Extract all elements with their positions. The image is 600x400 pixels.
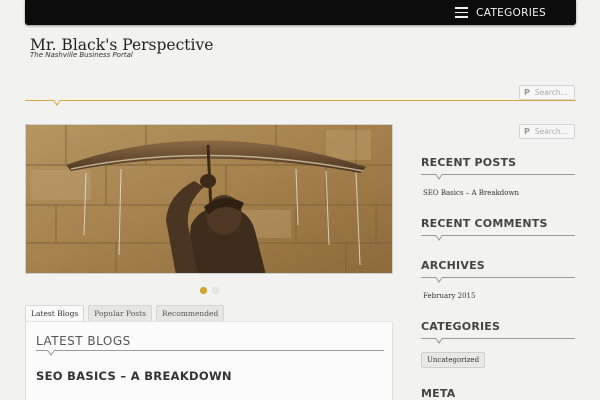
search-icon: P	[524, 127, 530, 136]
slider-dot-1[interactable]	[200, 287, 207, 294]
meta-title: META	[421, 387, 456, 400]
featured-slider[interactable]	[25, 124, 393, 274]
menu-label: CATEGORIES	[476, 6, 546, 19]
categories-title: CATEGORIES	[421, 320, 501, 333]
recent-posts-title: RECENT POSTS	[421, 156, 517, 169]
tab-panel-latest-blogs: LATEST BLOGS SEO BASICS – A BREAKDOWN	[25, 321, 393, 400]
archives-title: ARCHIVES	[421, 259, 485, 272]
hamburger-icon	[455, 7, 469, 18]
category-tag-uncategorized[interactable]: Uncategorized	[421, 352, 486, 368]
posts-tabs: Latest Blogs Popular Posts Recommended	[25, 305, 225, 322]
sidebar-search-input[interactable]	[534, 127, 573, 136]
tab-popular-posts[interactable]: Popular Posts	[88, 305, 152, 322]
recent-post-link[interactable]: SEO Basics – A Breakdown	[423, 189, 519, 197]
recent-comments-title: RECENT COMMENTS	[421, 217, 548, 230]
search-icon: P	[524, 88, 530, 97]
slider-image	[26, 125, 392, 273]
post-title-link[interactable]: SEO BASICS – A BREAKDOWN	[36, 369, 232, 383]
panel-divider	[36, 350, 384, 351]
slider-dot-2[interactable]	[212, 287, 219, 294]
slider-pagination	[200, 287, 219, 294]
archive-link[interactable]: February 2015	[423, 292, 475, 300]
header-search: P	[519, 85, 575, 100]
categories-menu-toggle[interactable]: CATEGORIES	[455, 0, 546, 25]
top-navigation-bar: CATEGORIES	[25, 0, 576, 25]
site-tagline: The Nashville Business Portal	[30, 51, 133, 59]
categories-divider	[421, 338, 575, 339]
sidebar-search: P	[519, 124, 575, 139]
recent-posts-divider	[421, 174, 575, 175]
tab-recommended[interactable]: Recommended	[155, 305, 225, 322]
recent-comments-divider	[421, 235, 575, 236]
header-divider	[25, 100, 576, 101]
header-search-input[interactable]	[534, 88, 573, 97]
panel-heading: LATEST BLOGS	[36, 334, 131, 348]
archives-divider	[421, 277, 575, 278]
tab-latest-blogs[interactable]: Latest Blogs	[25, 305, 85, 322]
